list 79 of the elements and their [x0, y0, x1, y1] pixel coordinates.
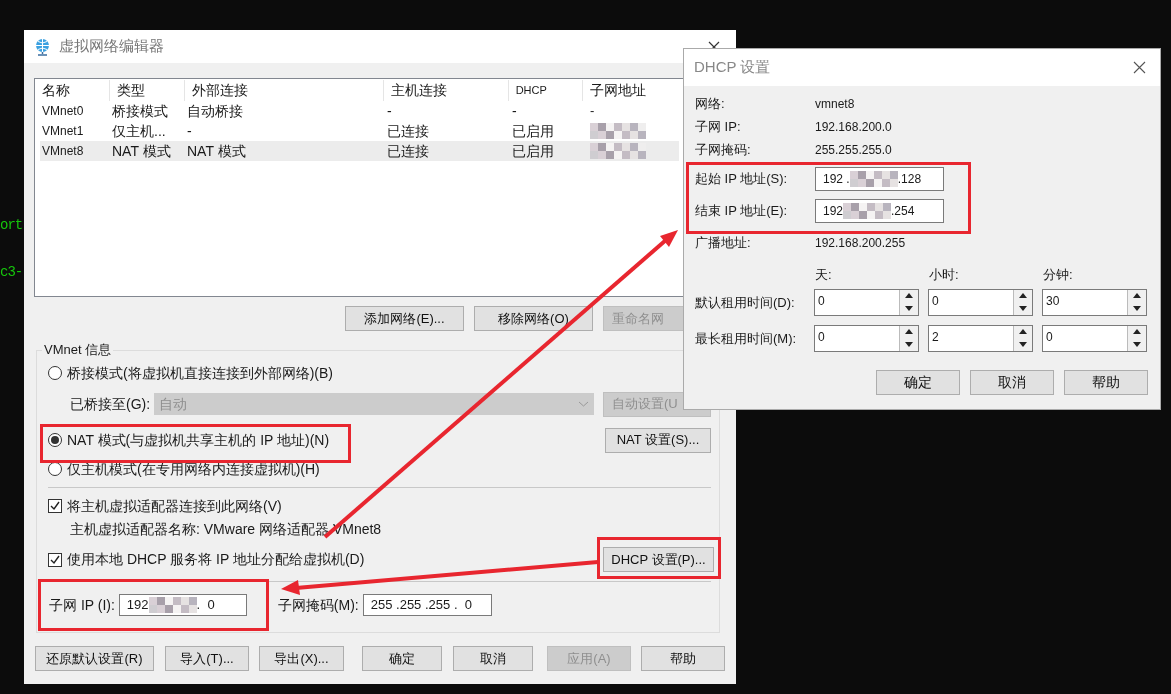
group-title: VMnet 信息 — [42, 341, 114, 359]
field-value: vmnet8 — [815, 96, 855, 113]
spin-box[interactable]: 30 — [1042, 289, 1147, 316]
field-label: 广播地址: — [695, 234, 752, 253]
spin-box[interactable]: 0 — [814, 325, 919, 352]
table-cell: 已启用 — [512, 122, 554, 139]
table-cell: 已连接 — [387, 142, 429, 159]
redaction-blur — [590, 121, 646, 141]
field-label: 子网 IP (I): — [49, 595, 115, 615]
table-cell: NAT 模式 — [112, 142, 171, 159]
spin-box[interactable]: 2 — [928, 325, 1033, 352]
subnet-ip-field[interactable]: 192 . 0 — [118, 594, 247, 616]
spin-box[interactable]: 0 — [928, 289, 1033, 316]
button[interactable]: 确定 — [362, 646, 442, 671]
dialog-title: DHCP 设置 — [694, 57, 771, 78]
button[interactable]: 移除网络(O) — [474, 306, 593, 331]
button[interactable]: DHCP 设置(P)... — [603, 547, 714, 572]
button[interactable]: 确定 — [876, 370, 960, 395]
spin-box[interactable]: 0 — [1042, 325, 1147, 352]
radio-label[interactable]: NAT 模式(与虚拟机共享主机的 IP 地址)(N) — [67, 429, 330, 451]
field-value: 192.168.200.0 — [815, 119, 892, 136]
field-value: 192.168.200.255 — [815, 235, 906, 252]
table-cell: 自动桥接 — [187, 102, 243, 119]
column-header: 分钟: — [1043, 267, 1073, 283]
table-cell: VMnet8 — [42, 144, 84, 159]
button[interactable]: 添加网络(E)... — [345, 306, 464, 331]
field-label: 已桥接至(G): — [70, 394, 151, 414]
radio-label[interactable]: 桥接模式(将虚拟机直接连接到外部网络)(B) — [67, 362, 333, 384]
network-row[interactable]: VMnet8 NAT 模式 NAT 模式 已连接 已启用 — [40, 141, 679, 161]
checkbox[interactable] — [48, 552, 62, 567]
field-label: 子网 IP: — [695, 118, 742, 137]
table-cell: VMnet0 — [42, 104, 84, 119]
button[interactable]: 还原默认设置(R) — [35, 646, 154, 671]
table-cell: - — [387, 102, 392, 119]
field-label: 子网掩码: — [695, 141, 752, 160]
field-label: 最长租用时间(M): — [695, 329, 798, 348]
button[interactable]: 取消 — [453, 646, 533, 671]
table-cell: - — [512, 102, 517, 119]
radio-button[interactable] — [48, 366, 62, 380]
redaction-blur — [843, 201, 892, 221]
chevron-down-icon — [578, 401, 590, 407]
table-cell: - — [187, 122, 192, 139]
redaction-blur — [849, 169, 898, 189]
checkbox[interactable] — [48, 499, 62, 513]
button[interactable]: 帮助 — [641, 646, 725, 671]
button[interactable]: 导入(T)... — [165, 646, 249, 671]
table-cell: 桥接模式 — [112, 102, 168, 119]
button[interactable]: 取消 — [970, 370, 1054, 395]
checkbox-label[interactable]: 使用本地 DHCP 服务将 IP 地址分配给虚拟机(D) — [67, 549, 365, 570]
column-header: 小时: — [929, 267, 959, 283]
table-cell: VMnet1 — [42, 124, 84, 139]
column-header: 天: — [815, 267, 832, 283]
terminal-text: c3- — [0, 263, 23, 282]
redaction-blur — [148, 595, 197, 615]
field-label: 子网掩码(M): — [277, 595, 359, 615]
table-cell-text: - — [590, 102, 595, 121]
subnet-mask-field[interactable]: 255 .255 .255 . 0 — [362, 594, 492, 616]
adapter-name-text: 主机虚拟适配器名称: VMware 网络适配器 VMnet8 — [70, 519, 382, 539]
checkbox-label[interactable]: 将主机虚拟适配器连接到此网络(V) — [67, 495, 282, 517]
table-cell: NAT 模式 — [187, 142, 246, 159]
spin-box[interactable]: 0 — [814, 289, 919, 316]
button[interactable]: 帮助 — [1064, 370, 1148, 395]
ip-address-field[interactable]: 192 .254 — [815, 199, 944, 223]
radio-label[interactable]: 仅主机模式(在专用网络内连接虚拟机)(H) — [67, 458, 320, 480]
button[interactable]: NAT 设置(S)... — [605, 427, 711, 453]
radio-button[interactable] — [48, 433, 62, 447]
ip-address-field[interactable]: 192 . .128 — [815, 167, 944, 191]
globe-icon — [34, 37, 51, 56]
field-value: 255.255.255.0 — [815, 142, 892, 159]
redaction-blur — [590, 141, 646, 161]
close-icon[interactable] — [1133, 61, 1146, 74]
table-cell: 仅主机... — [112, 122, 166, 139]
table-cell: 已连接 — [387, 122, 429, 139]
field-label: 起始 IP 地址(S): — [695, 170, 789, 189]
field-label: 结束 IP 地址(E): — [695, 202, 789, 221]
window-title: 虚拟网络编辑器 — [59, 36, 164, 57]
button[interactable]: 导出(X)... — [259, 646, 344, 671]
table-cell: 已启用 — [512, 142, 554, 159]
terminal-text: ort — [0, 216, 23, 235]
